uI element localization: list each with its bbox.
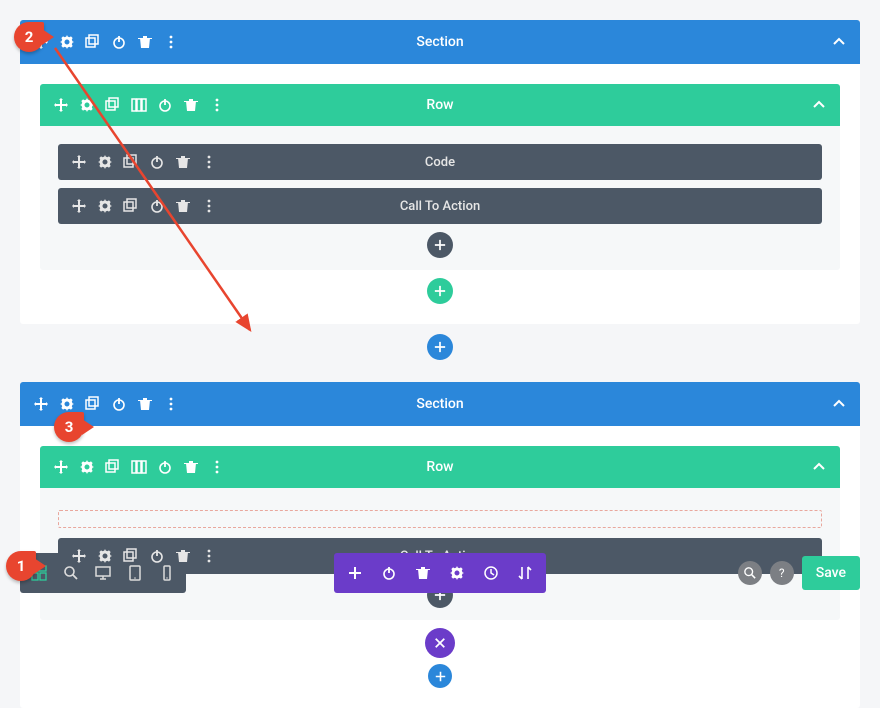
duplicate-icon[interactable] xyxy=(124,155,138,169)
move-icon[interactable] xyxy=(72,199,86,213)
trash-icon[interactable] xyxy=(184,98,198,112)
row-header[interactable]: Row xyxy=(40,446,840,488)
close-button[interactable] xyxy=(425,628,455,658)
gear-icon[interactable] xyxy=(60,35,74,49)
row-title: Row xyxy=(426,459,453,475)
more-icon[interactable] xyxy=(164,397,178,411)
columns-icon[interactable] xyxy=(132,98,146,112)
add-row-button[interactable] xyxy=(427,278,453,304)
move-icon[interactable] xyxy=(72,549,86,563)
module-dropzone[interactable] xyxy=(58,510,822,528)
plus-icon[interactable] xyxy=(348,566,362,580)
annotation-marker-2: 2 xyxy=(14,22,44,52)
bottom-toolbar-right: ? Save xyxy=(738,556,860,590)
section-title: Section xyxy=(416,396,463,412)
chevron-up-icon[interactable] xyxy=(832,397,846,411)
more-icon[interactable] xyxy=(164,35,178,49)
module-bar[interactable]: Call To Action xyxy=(58,188,822,224)
gear-icon[interactable] xyxy=(80,460,94,474)
gear-icon[interactable] xyxy=(98,549,112,563)
more-icon[interactable] xyxy=(210,98,224,112)
section-1: Section Row xyxy=(20,20,860,360)
bottom-toolbar-center xyxy=(334,553,546,593)
gear-icon[interactable] xyxy=(98,199,112,213)
gear-icon[interactable] xyxy=(60,397,74,411)
move-icon[interactable] xyxy=(72,155,86,169)
trash-icon[interactable] xyxy=(138,35,152,49)
move-icon[interactable] xyxy=(34,397,48,411)
chevron-up-icon[interactable] xyxy=(832,35,846,49)
duplicate-icon[interactable] xyxy=(86,35,100,49)
trash-icon[interactable] xyxy=(416,566,430,580)
row-title: Row xyxy=(426,97,453,113)
move-icon[interactable] xyxy=(54,460,68,474)
module-bar[interactable]: Code xyxy=(58,144,822,180)
zoom-icon[interactable] xyxy=(64,566,78,580)
row-header[interactable]: Row xyxy=(40,84,840,126)
trash-icon[interactable] xyxy=(184,460,198,474)
more-icon[interactable] xyxy=(210,460,224,474)
annotation-marker-1: 1 xyxy=(6,551,36,581)
module-title: Code xyxy=(425,155,455,170)
power-icon[interactable] xyxy=(150,199,164,213)
history-icon[interactable] xyxy=(484,566,498,580)
section-2: Section Row xyxy=(20,382,860,708)
trash-icon[interactable] xyxy=(138,397,152,411)
section-header[interactable]: Section xyxy=(20,382,860,426)
power-icon[interactable] xyxy=(112,35,126,49)
section-body: Row Code xyxy=(20,64,860,324)
gear-icon[interactable] xyxy=(450,566,464,580)
power-icon[interactable] xyxy=(112,397,126,411)
power-icon[interactable] xyxy=(150,155,164,169)
phone-icon[interactable] xyxy=(160,566,174,580)
tablet-icon[interactable] xyxy=(128,566,142,580)
save-button[interactable]: Save xyxy=(802,556,860,590)
duplicate-icon[interactable] xyxy=(124,199,138,213)
duplicate-icon[interactable] xyxy=(106,98,120,112)
module-title: Call To Action xyxy=(400,199,480,214)
add-section-button[interactable] xyxy=(427,334,453,360)
help-button[interactable]: ? xyxy=(770,561,794,585)
desktop-icon[interactable] xyxy=(96,566,110,580)
duplicate-icon[interactable] xyxy=(106,460,120,474)
chevron-up-icon[interactable] xyxy=(812,460,826,474)
more-icon[interactable] xyxy=(202,549,216,563)
sort-icon[interactable] xyxy=(518,566,532,580)
duplicate-icon[interactable] xyxy=(86,397,100,411)
more-icon[interactable] xyxy=(202,155,216,169)
move-icon[interactable] xyxy=(54,98,68,112)
search-button[interactable] xyxy=(738,561,762,585)
power-icon[interactable] xyxy=(158,460,172,474)
columns-icon[interactable] xyxy=(132,460,146,474)
duplicate-icon[interactable] xyxy=(124,549,138,563)
more-icon[interactable] xyxy=(202,199,216,213)
power-icon[interactable] xyxy=(150,549,164,563)
trash-icon[interactable] xyxy=(176,549,190,563)
power-icon[interactable] xyxy=(158,98,172,112)
gear-icon[interactable] xyxy=(80,98,94,112)
trash-icon[interactable] xyxy=(176,155,190,169)
row-body: Code Call To Action xyxy=(40,126,840,270)
annotation-marker-3: 3 xyxy=(54,412,84,442)
trash-icon[interactable] xyxy=(176,199,190,213)
section-title: Section xyxy=(416,34,463,50)
add-module-button[interactable] xyxy=(427,232,453,258)
add-section-button[interactable] xyxy=(428,664,452,688)
chevron-up-icon[interactable] xyxy=(812,98,826,112)
power-icon[interactable] xyxy=(382,566,396,580)
section-header[interactable]: Section xyxy=(20,20,860,64)
gear-icon[interactable] xyxy=(98,155,112,169)
